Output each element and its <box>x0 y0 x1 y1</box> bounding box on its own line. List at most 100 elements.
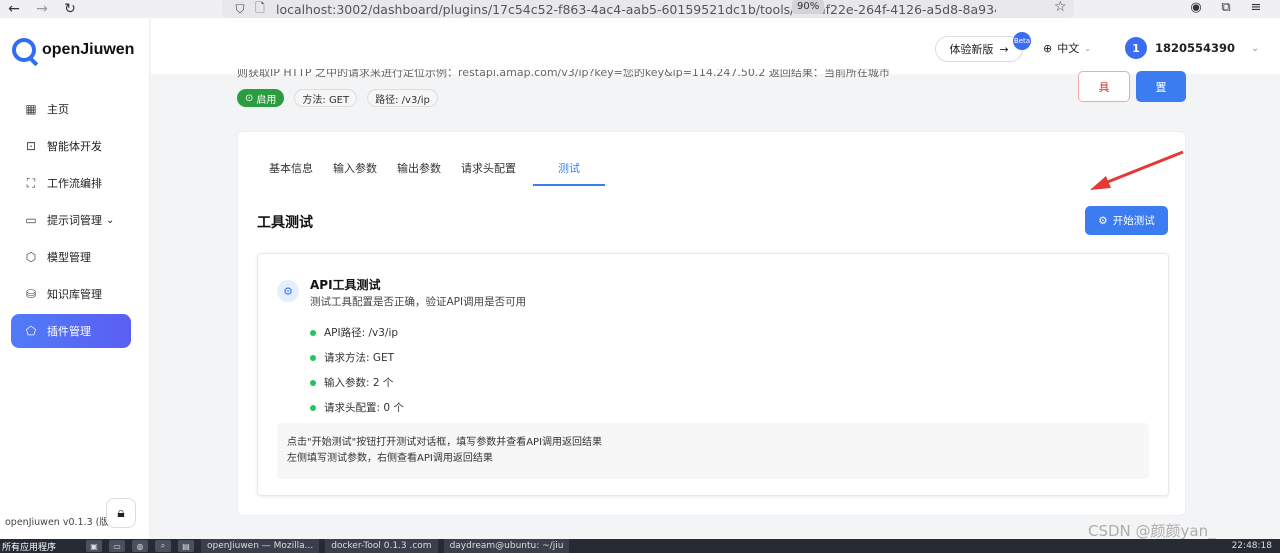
method-tag: 方法: GET <box>294 89 358 107</box>
folder-icon[interactable]: ▭ <box>109 540 125 552</box>
sidebar-item-agent-dev[interactable]: ⊡ 智能体开发 <box>11 129 131 163</box>
terminal-icon[interactable]: ▣ <box>86 540 102 552</box>
list-item: 输入参数: 2 个 <box>310 370 404 395</box>
try-new-version-button[interactable]: 体验新版 → <box>935 36 1023 62</box>
tab-test[interactable]: 测试 <box>533 152 605 186</box>
tab-output-params[interactable]: 输出参数 <box>388 152 450 186</box>
tab-bar: 基本信息 输入参数 输出参数 请求头配置 测试 <box>260 152 607 186</box>
sidebar-item-label: 工作流编排 <box>47 177 102 190</box>
list-item: 请求方法: GET <box>310 345 404 370</box>
user-menu[interactable]: 1 1820554390 ⌄ <box>1125 37 1259 59</box>
workflow-icon: ⛶ <box>26 175 36 190</box>
sidebar-item-label: 知识库管理 <box>47 288 102 301</box>
database-icon: ⛁ <box>25 287 37 301</box>
bookmark-star-icon[interactable]: ☆ <box>1054 0 1067 15</box>
grid-icon: ▦ <box>25 102 37 116</box>
api-test-title: API工具测试 <box>310 278 381 292</box>
chat-icon: ▭ <box>25 213 37 227</box>
version-text: openJiuwen v0.1.3 (版本 <box>5 517 119 528</box>
test-stats-list: API路径: /v3/ip 请求方法: GET 输入参数: 2 个 请求头配置:… <box>310 320 404 420</box>
sidebar-item-label: 模型管理 <box>47 251 91 264</box>
url-text[interactable]: localhost:3002/dashboard/plugins/17c54c5… <box>276 2 996 17</box>
lock-icon: 🔒︎ <box>117 505 125 521</box>
taskbar-item[interactable]: docker-Tool 0.1.3 .com <box>325 539 438 553</box>
url-bar[interactable]: ⛉ 🗋 localhost:3002/dashboard/plugins/17c… <box>222 0 1074 18</box>
back-icon[interactable]: ← <box>0 0 28 18</box>
gear-icon: ⚙ <box>277 280 299 302</box>
arrow-right-icon: → <box>999 42 1009 56</box>
status-dot-icon <box>310 329 316 336</box>
tool-tags: ⊙ 启用 方法: GET 路径: /v3/ip <box>237 89 438 107</box>
tab-basic-info[interactable]: 基本信息 <box>260 152 322 186</box>
sidebar-item-knowledge[interactable]: ⛁ 知识库管理 <box>11 277 131 311</box>
logo-icon <box>12 38 36 62</box>
path-tag: 路径: /v3/ip <box>367 89 438 107</box>
taskbar-item[interactable]: openJiuwen — Mozilla... <box>201 539 320 553</box>
app-logo[interactable]: openJiuwen <box>12 38 134 62</box>
watermark: CSDN @颜颜yan_ <box>1088 522 1216 540</box>
puzzle-icon: ⬠ <box>25 324 37 338</box>
configure-tool-button[interactable]: 置 <box>1136 71 1186 102</box>
sidebar-item-workflow[interactable]: ⛶ 工作流编排 <box>11 166 131 200</box>
sidebar-item-label: 提示词管理 <box>47 214 102 227</box>
menu-icon[interactable]: ≡ <box>1246 0 1266 15</box>
reload-icon[interactable]: ↻ <box>56 0 84 18</box>
clock: 22:48:18 <box>1231 541 1272 551</box>
status-badge: ⊙ 启用 <box>237 89 285 107</box>
status-dot-icon <box>310 354 316 361</box>
lock-button[interactable]: 🔒︎ <box>106 498 136 528</box>
tab-request-headers[interactable]: 请求头配置 <box>452 152 525 186</box>
start-test-label: 开始测试 <box>1112 215 1155 227</box>
api-test-panel: ⚙ API工具测试 测试工具配置是否正确，验证API调用是否可用 API路径: … <box>257 253 1169 496</box>
language-switcher[interactable]: ⊕ 中文 ⌄ <box>1043 40 1091 56</box>
status-dot-icon <box>310 379 316 386</box>
top-header: 体验新版 → Beta ⊕ 中文 ⌄ 1 1820554390 ⌄ <box>151 18 1280 74</box>
tool-description: 则获取IP HTTP 之中的请求来进行定位示例：restapi.amap.com… <box>237 69 890 79</box>
gear-icon: ⚙ <box>1098 214 1108 227</box>
zoom-indicator[interactable]: 90% <box>792 0 825 14</box>
check-circle-icon: ⊙ <box>245 92 254 104</box>
hexagon-icon: ⬡ <box>25 250 37 264</box>
os-taskbar: 所有应用程序 ▣ ▭ ◍ ⌕ ▤ openJiuwen — Mozilla...… <box>0 539 1280 553</box>
forward-icon[interactable]: → <box>28 0 56 18</box>
test-hint: 点击"开始测试"按钮打开测试对话框，填写参数并查看API调用返回结果 左侧填写测… <box>277 423 1149 479</box>
status-dot-icon <box>310 404 316 411</box>
start-test-button[interactable]: ⚙ 开始测试 <box>1085 206 1168 235</box>
language-label: 中文 <box>1057 42 1080 55</box>
chevron-down-icon: ⌄ <box>1251 42 1260 54</box>
tool-detail-card: 基本信息 输入参数 输出参数 请求头配置 测试 工具测试 ⚙ 开始测试 ⚙ AP… <box>237 131 1186 516</box>
list-item: API路径: /v3/ip <box>310 320 404 345</box>
sidebar-item-prompts[interactable]: ▭ 提示词管理 ⌄ <box>11 203 131 237</box>
search-icon[interactable]: ⌕ <box>155 540 171 552</box>
delete-tool-button[interactable]: 具 <box>1078 71 1130 102</box>
app-name: openJiuwen <box>42 41 135 58</box>
tab-input-params[interactable]: 输入参数 <box>324 152 386 186</box>
robot-icon: ⊡ <box>25 139 37 153</box>
extensions-icon[interactable]: ⧉ <box>1216 0 1236 15</box>
account-icon[interactable]: ◉ <box>1186 0 1206 15</box>
list-item: 请求头配置: 0 个 <box>310 395 404 420</box>
browser-icon[interactable]: ◍ <box>132 540 148 552</box>
beta-button-label: 体验新版 <box>949 43 994 56</box>
start-menu[interactable]: 所有应用程序 <box>0 540 86 553</box>
page-icon: 🗋 <box>255 0 265 15</box>
taskbar-item[interactable]: daydream@ubuntu: ~/jiu <box>443 539 570 553</box>
chevron-down-icon: ⌄ <box>106 214 115 226</box>
sidebar-nav: ▦ 主页 ⊡ 智能体开发 ⛶ 工作流编排 ▭ 提示词管理 ⌄ ⬡ 模型管理 ⛁ … <box>11 92 131 351</box>
sidebar-item-home[interactable]: ▦ 主页 <box>11 92 131 126</box>
annotation-arrow-icon <box>1090 150 1184 190</box>
sidebar-item-label: 智能体开发 <box>47 140 102 153</box>
section-title: 工具测试 <box>257 215 313 231</box>
sidebar-item-plugins[interactable]: ⬠ 插件管理 <box>11 314 131 348</box>
chevron-down-icon: ⌄ <box>1084 43 1091 53</box>
sidebar-item-label: 主页 <box>47 103 69 116</box>
beta-badge: Beta <box>1013 32 1031 50</box>
username: 1820554390 <box>1155 41 1236 55</box>
sidebar-item-label: 插件管理 <box>47 325 91 338</box>
sidebar: openJiuwen ▦ 主页 ⊡ 智能体开发 ⛶ 工作流编排 ▭ 提示词管理 … <box>0 18 150 539</box>
sidebar-item-models[interactable]: ⬡ 模型管理 <box>11 240 131 274</box>
api-test-subtitle: 测试工具配置是否正确，验证API调用是否可用 <box>310 296 527 308</box>
shield-icon: ⛉ <box>235 1 245 16</box>
avatar: 1 <box>1125 37 1147 59</box>
files-icon[interactable]: ▤ <box>178 540 194 552</box>
